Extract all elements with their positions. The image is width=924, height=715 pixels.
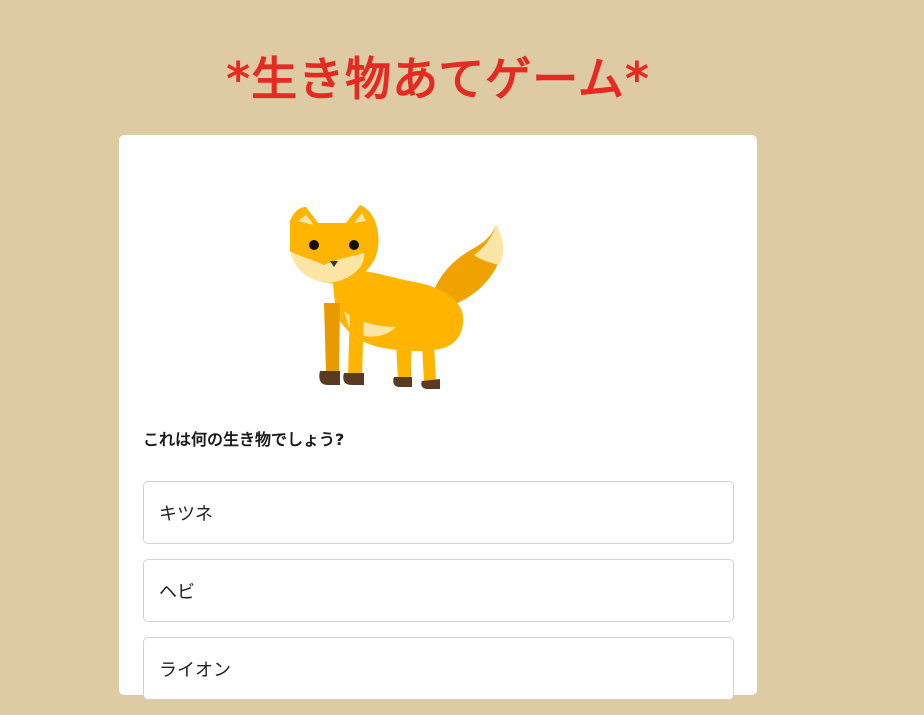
- page-title: *生き物あてゲーム*: [226, 51, 650, 106]
- answer-option-3[interactable]: ライオン: [143, 637, 734, 700]
- question-text: これは何の生き物でしょう?: [143, 430, 345, 449]
- fox-icon: [290, 205, 504, 389]
- answer-option-1[interactable]: キツネ: [143, 481, 734, 544]
- answer-options: キツネ ヘビ ライオン: [143, 481, 734, 715]
- answer-option-2[interactable]: ヘビ: [143, 559, 734, 622]
- quiz-card: これは何の生き物でしょう? キツネ ヘビ ライオン: [119, 135, 757, 700]
